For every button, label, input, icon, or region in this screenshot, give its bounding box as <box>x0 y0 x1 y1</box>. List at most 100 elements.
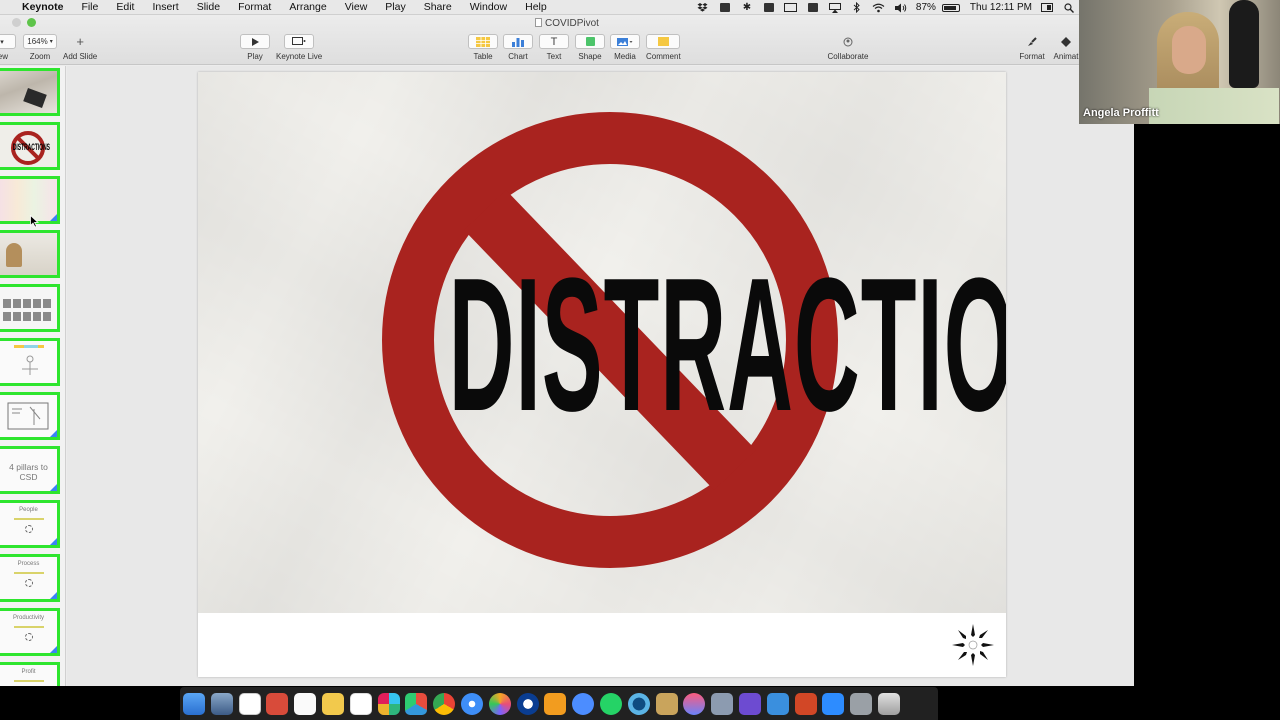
display-icon[interactable] <box>806 2 820 13</box>
media-icon[interactable] <box>610 34 640 49</box>
play-icon[interactable] <box>240 34 270 49</box>
dropbox-icon[interactable] <box>696 2 710 13</box>
thumbnail-corner-marker <box>50 214 57 221</box>
folder-icon[interactable] <box>655 692 678 715</box>
menu-app-keynote[interactable]: Keynote <box>18 0 72 15</box>
spotlight-search-icon[interactable] <box>1062 2 1076 13</box>
menu-window[interactable]: Window <box>461 0 516 15</box>
trash-icon[interactable] <box>877 692 900 715</box>
format-button[interactable]: Format <box>1016 34 1048 61</box>
slide-thumbnail-2[interactable]: DISTRACTIONS <box>0 122 60 170</box>
play-button[interactable]: Play <box>240 34 270 61</box>
wifi-icon[interactable] <box>872 2 886 13</box>
menu-play[interactable]: Play <box>376 0 414 15</box>
menu-help[interactable]: Help <box>516 0 556 15</box>
control-center-icon[interactable] <box>1040 2 1054 13</box>
safari-icon[interactable] <box>460 692 483 715</box>
menu-insert[interactable]: Insert <box>143 0 187 15</box>
slide-thumbnail-8[interactable]: 4 pillars to CSD <box>0 446 60 494</box>
thumbnail-corner-marker <box>50 592 57 599</box>
slide-thumbnail-9[interactable]: People <box>0 500 60 548</box>
chrome-icon[interactable] <box>433 692 456 715</box>
view-menu-button[interactable]: ▾ iew <box>0 34 16 61</box>
slide-canvas[interactable]: DISTRACTIONS <box>67 66 1134 686</box>
photos-icon[interactable] <box>488 692 511 715</box>
zoom-control[interactable]: 164% ▾ Zoom <box>23 34 57 61</box>
comment-icon[interactable] <box>646 34 681 49</box>
collaborate-button[interactable]: Collaborate <box>826 34 870 61</box>
app-k-icon[interactable] <box>762 2 776 13</box>
slide-thumbnail-11[interactable]: Productivity <box>0 608 60 656</box>
bluetooth-icon[interactable] <box>850 2 864 13</box>
keynote-icon[interactable] <box>766 692 789 715</box>
slide-thumbnail-5[interactable] <box>0 284 60 332</box>
menu-share[interactable]: Share <box>415 0 461 15</box>
clock[interactable]: Thu 12:11 PM <box>966 2 1036 13</box>
view-dropdown[interactable]: ▾ <box>0 34 16 49</box>
menu-file[interactable]: File <box>72 0 107 15</box>
diamond-icon[interactable] <box>1050 34 1082 49</box>
play-label: Play <box>247 52 263 61</box>
comment-button[interactable]: Comment <box>646 34 681 61</box>
collaborate-icon[interactable] <box>826 34 870 49</box>
view-label: iew <box>0 52 8 61</box>
menu-format[interactable]: Format <box>229 0 280 15</box>
whatsapp-icon[interactable] <box>599 692 622 715</box>
paintbrush-icon[interactable] <box>1016 34 1048 49</box>
keynote-live-button[interactable]: Keynote Live <box>276 34 322 61</box>
animate-button[interactable]: Animat <box>1050 34 1082 61</box>
table-icon[interactable] <box>468 34 498 49</box>
slide-thumbnail-12[interactable]: Profit <box>0 662 60 686</box>
media-button[interactable]: Media <box>610 34 640 61</box>
slack-icon[interactable] <box>377 692 400 715</box>
slide-thumbnail-6[interactable] <box>0 338 60 386</box>
music-icon[interactable] <box>683 692 706 715</box>
table-button[interactable]: Table <box>468 34 498 61</box>
todoist-icon[interactable] <box>266 692 289 715</box>
menu-slide[interactable]: Slide <box>188 0 229 15</box>
text-button[interactable]: T Text <box>539 34 569 61</box>
text-icon[interactable]: T <box>539 34 569 49</box>
hard-drive-icon[interactable] <box>850 692 873 715</box>
battery-icon[interactable] <box>941 3 960 12</box>
zoom-dropdown[interactable]: 164% ▾ <box>23 34 57 49</box>
1password-icon[interactable] <box>516 692 539 715</box>
reminders-icon[interactable] <box>349 692 372 715</box>
screen-share-icon[interactable] <box>784 2 798 13</box>
powerpoint-icon[interactable] <box>794 692 817 715</box>
slide-title[interactable]: DISTRACTIONS <box>449 240 1006 450</box>
slide-thumbnail-12-title: Profit <box>21 669 36 675</box>
keynote-live-icon[interactable] <box>284 34 315 49</box>
calendar-icon[interactable] <box>238 692 261 715</box>
shape-button[interactable]: Shape <box>575 34 605 61</box>
slide-thumbnail-1[interactable] <box>0 68 60 116</box>
gear-icon[interactable]: ✱ <box>740 2 754 13</box>
messenger-icon[interactable] <box>572 692 595 715</box>
slide-thumbnail-4[interactable] <box>0 230 60 278</box>
shape-icon[interactable] <box>575 34 605 49</box>
imovie-star-icon[interactable] <box>738 692 761 715</box>
menu-arrange[interactable]: Arrange <box>280 0 335 15</box>
notes-icon[interactable] <box>294 692 317 715</box>
preview-icon[interactable] <box>210 692 233 715</box>
zoom-icon[interactable] <box>822 692 845 715</box>
menu-edit[interactable]: Edit <box>107 0 143 15</box>
add-slide-button[interactable]: + Add Slide <box>63 34 97 61</box>
volume-icon[interactable] <box>894 2 908 13</box>
app-grid-icon[interactable] <box>405 692 428 715</box>
pages-icon[interactable] <box>544 692 567 715</box>
plus-icon[interactable]: + <box>65 34 95 49</box>
screenshot-icon[interactable] <box>711 692 734 715</box>
quicktime-icon[interactable] <box>627 692 650 715</box>
slide-thumbnail-10[interactable]: Process <box>0 554 60 602</box>
slide-thumbnail-7[interactable] <box>0 392 60 440</box>
chart-icon[interactable] <box>503 34 533 49</box>
finder-icon[interactable] <box>183 692 205 715</box>
airplay-icon[interactable] <box>828 2 842 13</box>
chart-button[interactable]: Chart <box>503 34 533 61</box>
menubar-app-icon[interactable] <box>718 2 732 13</box>
stickies-icon[interactable] <box>321 692 344 715</box>
menu-view[interactable]: View <box>336 0 377 15</box>
current-slide[interactable]: DISTRACTIONS <box>198 72 1006 677</box>
slide-navigator: DISTRACTIONS 4 pillars to CSD People Pro… <box>0 66 66 686</box>
